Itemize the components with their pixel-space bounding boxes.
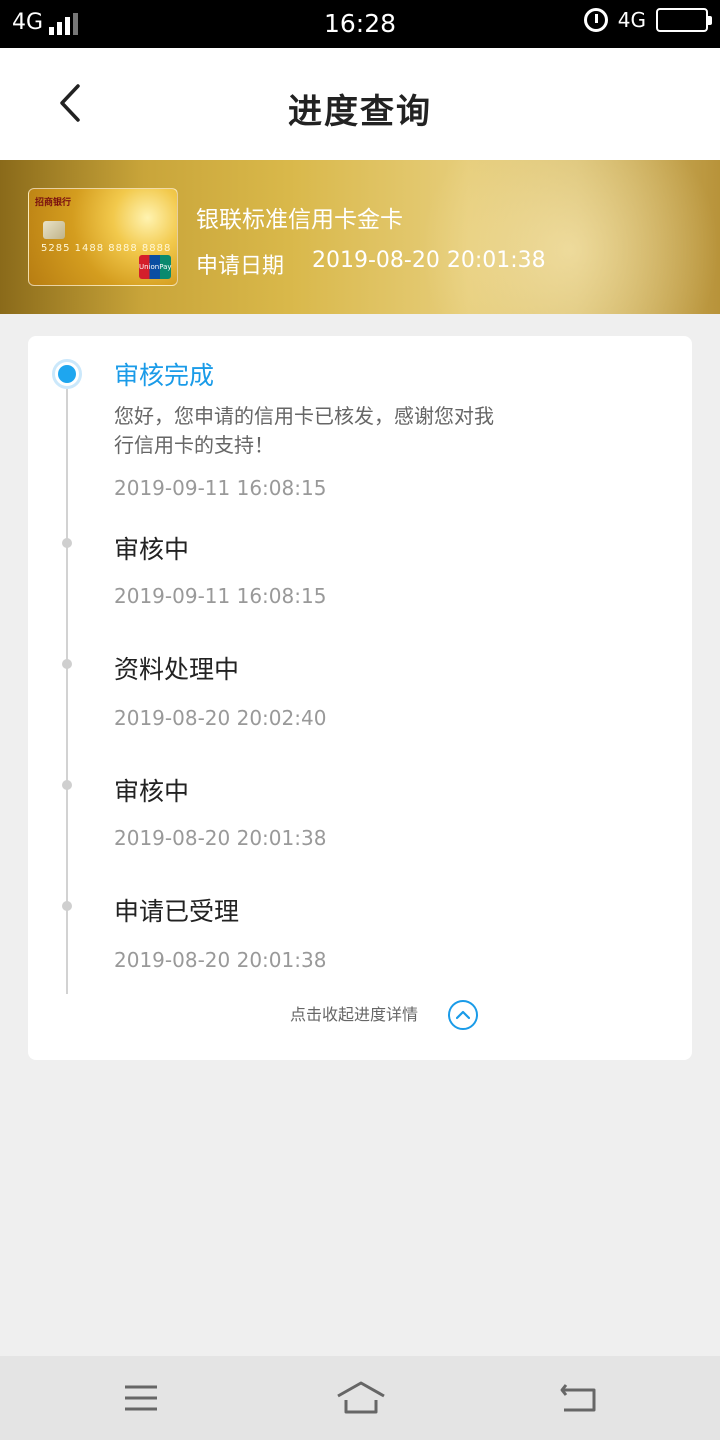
home-icon [337, 1381, 385, 1414]
step-time: 2019-08-20 20:01:38 [114, 826, 327, 850]
timeline-dot [62, 538, 72, 548]
apply-date-value: 2019-08-20 20:01:38 [312, 248, 546, 273]
card-name: 银联标准信用卡金卡 [196, 207, 403, 233]
menu-button[interactable] [116, 1378, 166, 1418]
step-title: 审核中 [114, 535, 190, 564]
collapse-details-link[interactable]: 点击收起进度详情 [290, 1001, 418, 1025]
card-banner: 招商银行 5285 1488 8888 8888 UnionPay 银联 [0, 160, 720, 314]
collapse-button[interactable] [448, 1000, 478, 1030]
timeline-dot-active [52, 359, 82, 389]
apply-date-label: 申请日期 [196, 254, 285, 279]
timeline-dot [62, 901, 72, 911]
step-time: 2019-09-11 16:08:15 [114, 584, 327, 608]
card-image: 招商银行 5285 1488 8888 8888 UnionPay 银联 [28, 188, 178, 286]
timeline-dot [62, 659, 72, 669]
card-bank-logo: 招商银行 [35, 198, 72, 208]
home-button[interactable] [334, 1378, 385, 1418]
unionpay-logo: UnionPay 银联 [139, 255, 172, 279]
return-icon [560, 1384, 596, 1412]
step-title: 审核完成 [114, 361, 215, 390]
step-time: 2019-09-11 16:08:15 [114, 476, 327, 500]
step-title: 资料处理中 [114, 655, 240, 684]
return-button[interactable] [554, 1378, 604, 1418]
card-chip [43, 221, 65, 239]
card-number: 5285 1488 8888 8888 [41, 243, 172, 254]
status-bar: 4G 16:28 4G [0, 0, 720, 48]
step-title: 审核中 [114, 777, 190, 806]
step-description: 您好，您申请的信用卡已核发，感谢您对我行信用卡的支持！ [114, 404, 494, 457]
chevron-up-icon [456, 1010, 470, 1020]
step-time: 2019-08-20 20:01:38 [114, 948, 327, 972]
status-right: 4G [583, 8, 712, 32]
network-type-right: 4G [617, 8, 646, 32]
menu-icon [125, 1385, 157, 1411]
step-title: 申请已受理 [114, 897, 240, 926]
alarm-icon [583, 8, 608, 32]
title-bar: 进度查询 [0, 48, 720, 160]
system-nav-bar [0, 1356, 720, 1440]
step-time: 2019-08-20 20:02:40 [114, 706, 327, 730]
timeline-dot [62, 780, 72, 790]
page-title: 进度查询 [288, 92, 432, 132]
battery-icon [656, 8, 712, 32]
